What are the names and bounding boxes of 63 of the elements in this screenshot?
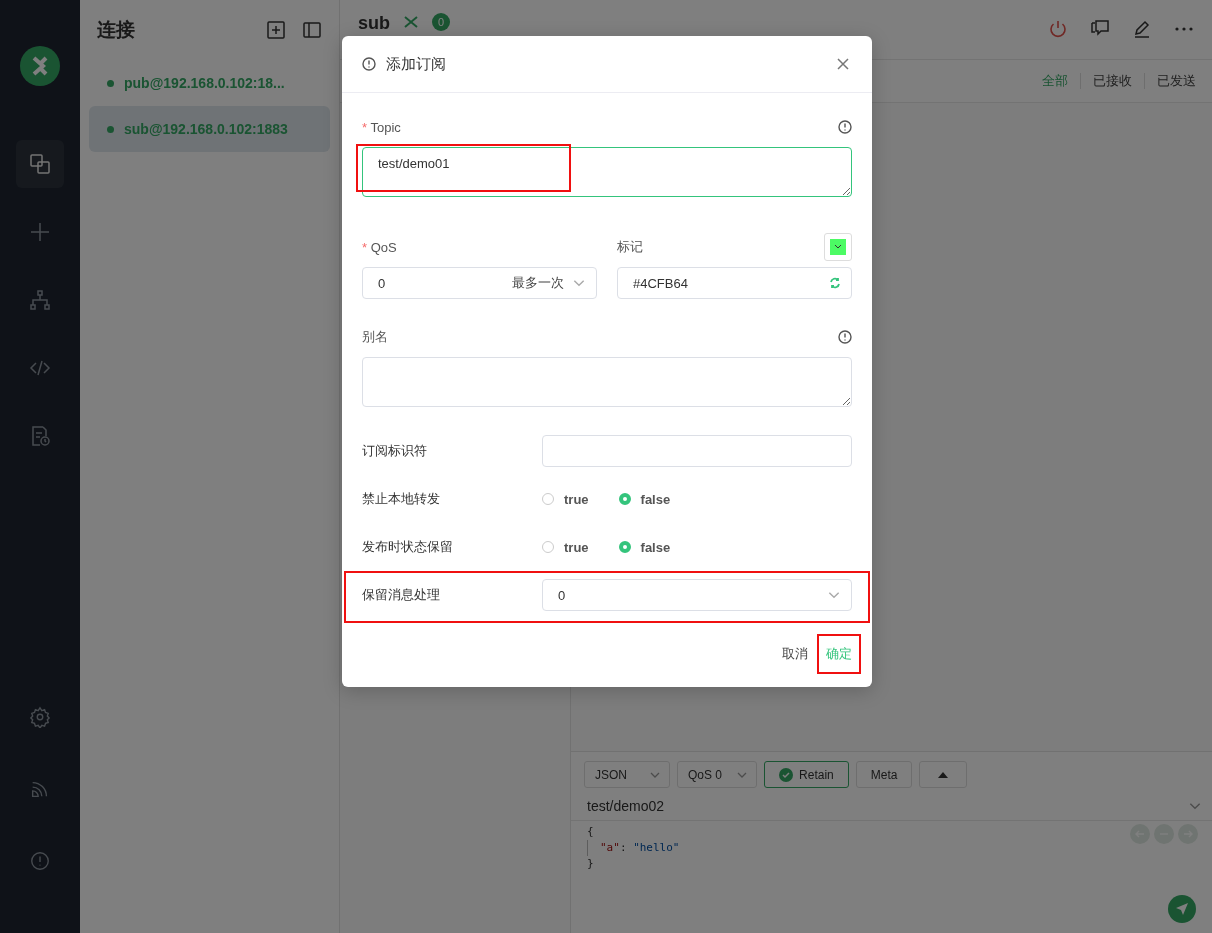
chat-icon[interactable] [1090, 19, 1110, 39]
close-icon[interactable] [836, 57, 850, 71]
radio-option[interactable]: false [618, 539, 671, 555]
qos-select[interactable]: 0 最多一次 [362, 267, 597, 299]
retain-handling-select[interactable]: 0 [542, 579, 852, 611]
new-icon [28, 220, 52, 244]
radio-option[interactable]: true [542, 491, 589, 507]
connections-icon [28, 152, 52, 176]
topic-input[interactable]: test/demo02 [571, 792, 1212, 821]
triangle-up-icon [938, 771, 949, 778]
about-icon [29, 850, 51, 872]
cancel-button[interactable]: 取消 [782, 641, 808, 667]
field-label: QoS [370, 239, 397, 255]
field-label: 禁止本地转发 [362, 490, 441, 508]
meta-button[interactable]: Meta [855, 761, 913, 788]
refresh-icon[interactable] [829, 277, 841, 289]
check-icon [779, 767, 794, 782]
filter-tab[interactable]: 已接收 [1091, 72, 1134, 90]
connections-nav-button[interactable] [16, 140, 64, 188]
radio-option[interactable]: true [542, 539, 589, 555]
alias-field[interactable] [362, 357, 852, 407]
field-label: 发布时状态保留 [362, 538, 454, 556]
filter-tab[interactable]: 全部 [1040, 72, 1070, 90]
field-label: 保留消息处理 [362, 586, 441, 604]
connection-name: sub@192.168.0.102:1883 [124, 121, 288, 137]
field-label: 别名 [362, 328, 388, 346]
sidebar-toggle-icon[interactable] [302, 20, 322, 40]
send-button[interactable] [1168, 895, 1196, 923]
field-label: 标记 [617, 238, 643, 256]
dialog-title: 添加订阅 [386, 54, 446, 74]
code-line: { [587, 825, 594, 838]
retain-toggle[interactable]: Retain [764, 761, 849, 788]
status-dot [107, 79, 114, 87]
add-icon[interactable] [266, 20, 286, 40]
edit-icon[interactable] [1132, 19, 1152, 39]
filter-tab[interactable]: 已发送 [1155, 72, 1198, 90]
code-line: } [587, 857, 594, 870]
expand-button[interactable] [919, 761, 968, 788]
topology-icon [28, 288, 52, 312]
message-count-badge: 0 [432, 13, 450, 31]
required-mark: * [362, 119, 368, 135]
payload-editor[interactable]: { "a": "hello" } [571, 821, 1212, 933]
format-select[interactable]: JSON [584, 761, 670, 788]
subscription-id-field[interactable] [542, 435, 852, 467]
connection-title: sub [358, 13, 390, 33]
required-mark: * [362, 239, 368, 255]
info-icon [362, 57, 376, 71]
confirm-button[interactable]: 确定 [826, 641, 852, 667]
info-icon [838, 120, 852, 134]
status-dot [107, 125, 114, 133]
radio-option[interactable]: false [618, 491, 671, 507]
color-field[interactable]: #4CFB64 [617, 267, 852, 299]
field-label: Topic [370, 119, 401, 135]
info-icon [838, 330, 852, 344]
color-picker[interactable] [824, 233, 852, 261]
panel-title: 连接 [97, 18, 136, 42]
qos-select[interactable]: QoS 0 [677, 761, 758, 788]
settings-icon [29, 706, 51, 728]
app-logo [20, 46, 60, 86]
power-icon[interactable] [1048, 19, 1068, 39]
connection-name: pub@192.168.0.102:18... [124, 75, 285, 91]
code-line: "a": "hello" [600, 841, 680, 854]
field-label: 订阅标识符 [362, 442, 428, 460]
